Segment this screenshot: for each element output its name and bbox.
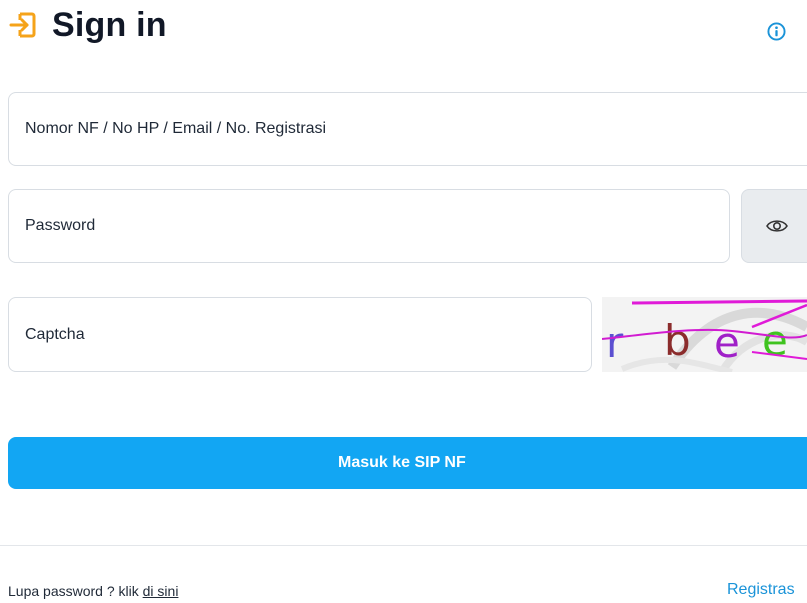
register-link[interactable]: Registras <box>727 581 795 599</box>
forgot-password-row: Lupa password ? klik di sini <box>8 583 178 599</box>
captcha-char: e <box>714 318 740 367</box>
captcha-char: b <box>664 316 691 365</box>
sign-in-icon <box>9 12 36 38</box>
username-input[interactable] <box>8 92 807 166</box>
captcha-image[interactable]: r b e e <box>602 297 807 372</box>
info-icon[interactable] <box>767 22 786 41</box>
captcha-char: e <box>762 316 788 365</box>
page-title: Sign in <box>52 6 167 44</box>
captcha-input[interactable] <box>8 297 592 372</box>
password-input[interactable] <box>8 189 730 263</box>
forgot-password-link[interactable]: di sini <box>143 583 179 599</box>
divider <box>0 545 807 546</box>
forgot-password-text: Lupa password ? klik <box>8 583 139 599</box>
show-password-button[interactable] <box>741 189 807 263</box>
eye-icon <box>766 220 788 232</box>
header: Sign in <box>0 0 807 60</box>
captcha-char: r <box>606 318 624 367</box>
sign-in-button[interactable]: Masuk ke SIP NF <box>8 437 807 489</box>
